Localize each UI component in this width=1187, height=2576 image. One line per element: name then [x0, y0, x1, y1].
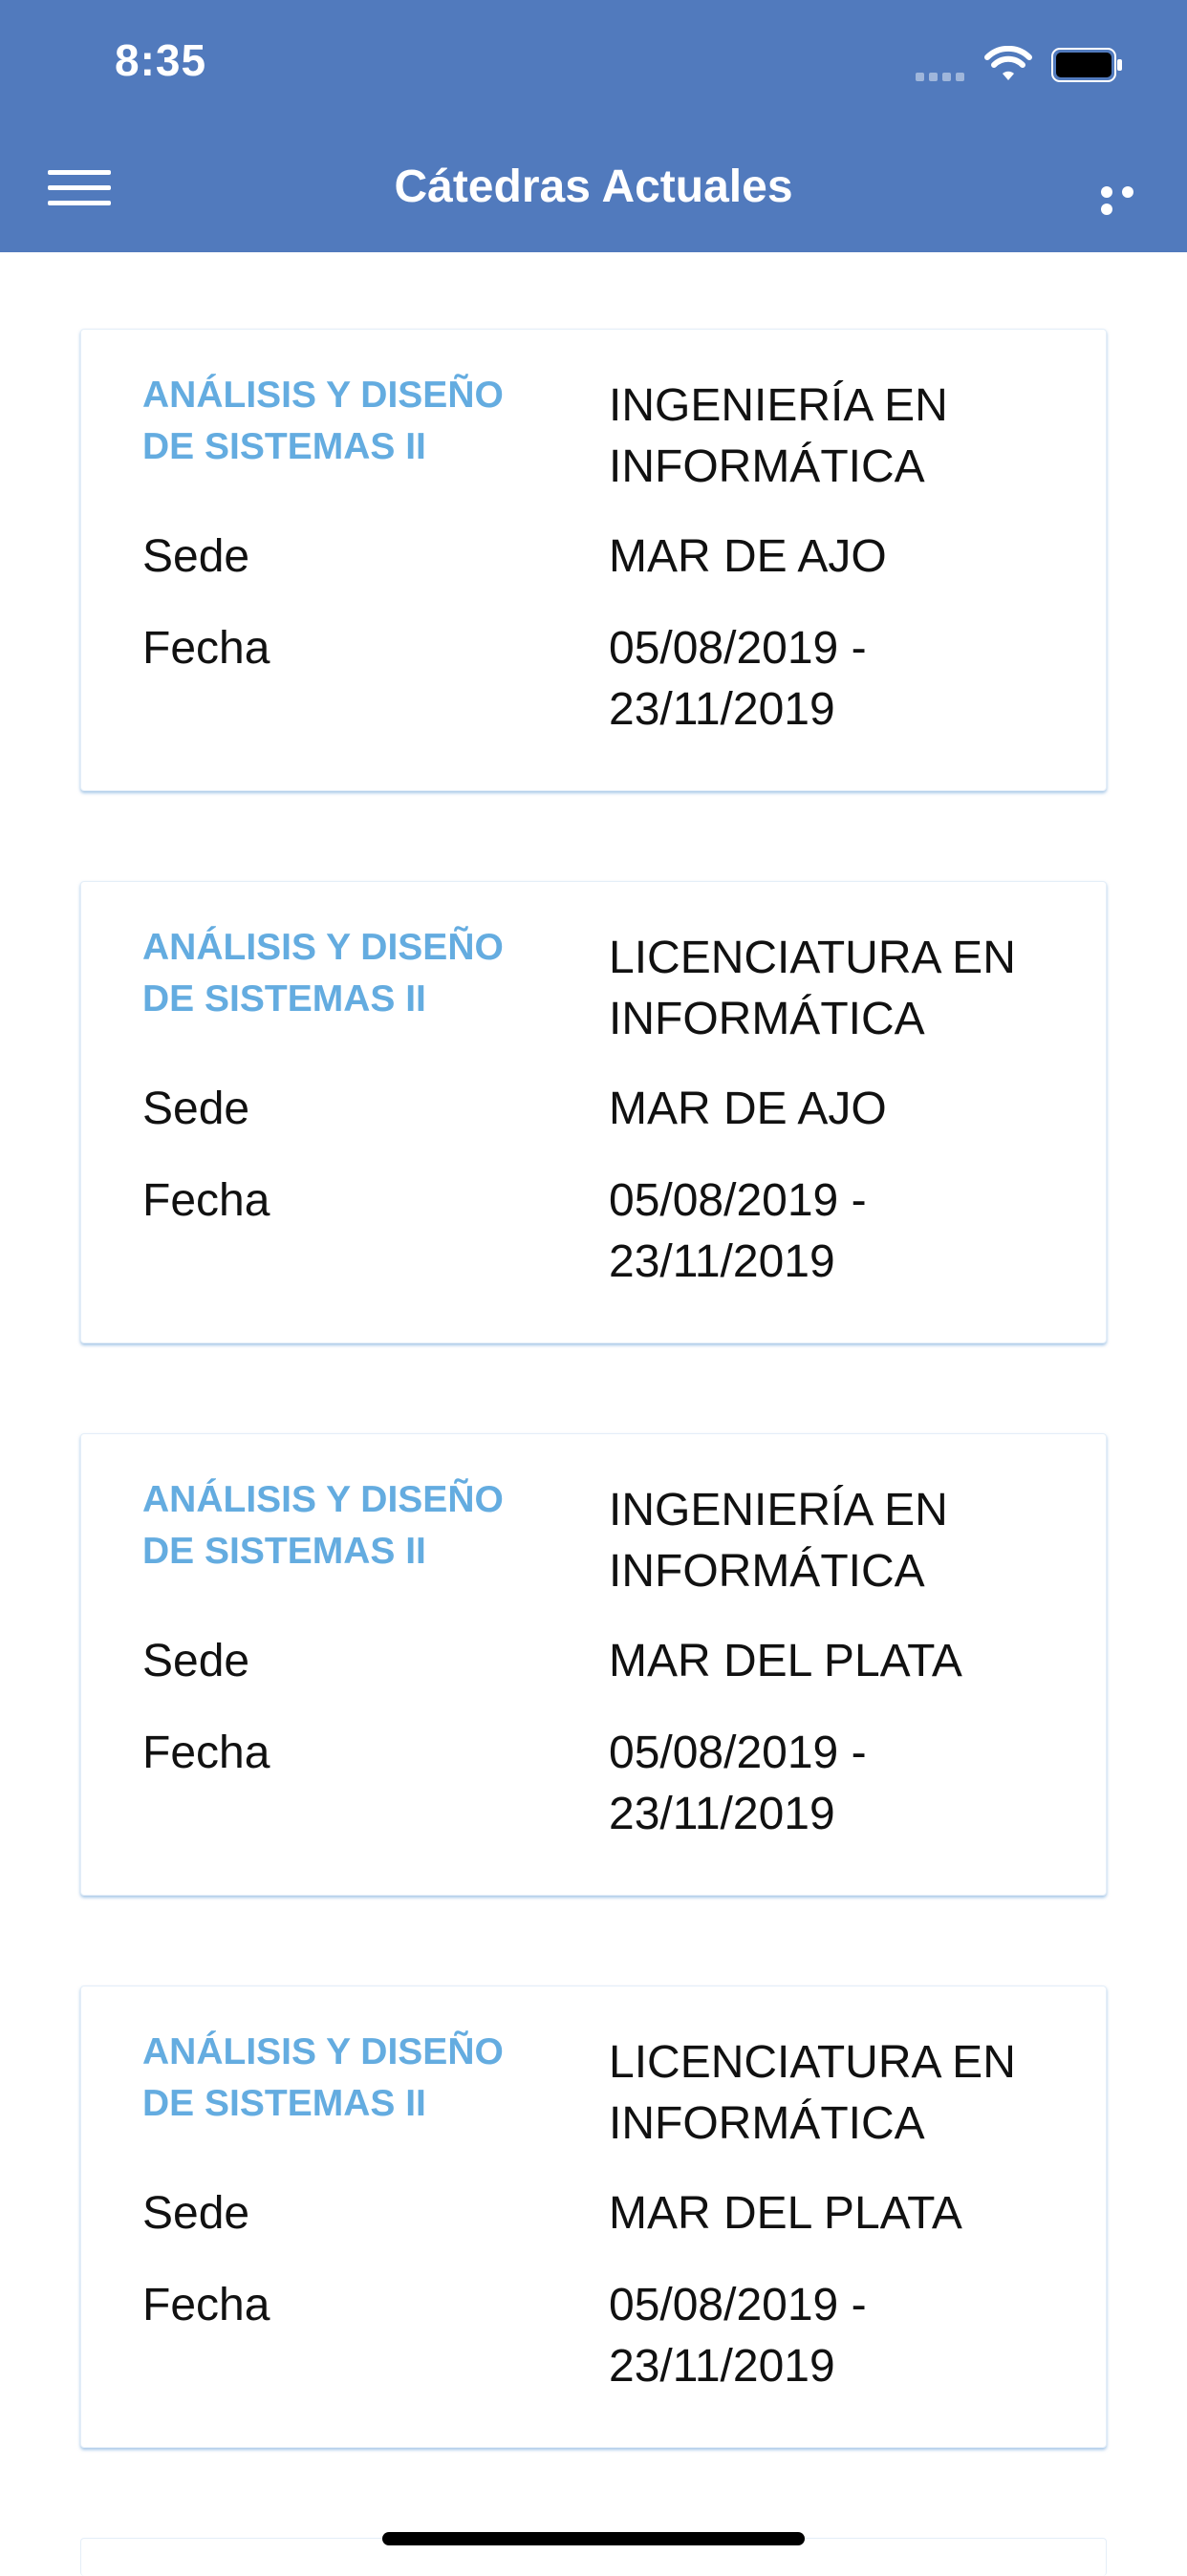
- fecha-value: 05/08/2019 - 23/11/2019: [609, 2280, 867, 2392]
- wifi-icon: [984, 46, 1032, 80]
- sede-value: MAR DEL PLATA: [609, 1636, 962, 1686]
- course-card[interactable]: ANÁLISIS Y DISEÑO DE SISTEMAS II INGENIE…: [80, 329, 1107, 791]
- fecha-value: 05/08/2019 - 23/11/2019: [609, 623, 867, 735]
- home-indicator[interactable]: [382, 2532, 805, 2545]
- more-icon[interactable]: [1101, 185, 1162, 215]
- course-career: INGENIERÍA EN INFORMÁTICA: [609, 380, 948, 492]
- sede-label: Sede: [142, 2188, 250, 2239]
- course-card[interactable]: ANÁLISIS Y DISEÑO DE SISTEMAS II INGENIE…: [80, 1433, 1107, 1896]
- fecha-label: Fecha: [142, 1175, 270, 1226]
- page-title: Cátedras Actuales: [394, 161, 793, 212]
- battery-icon: [1051, 48, 1122, 82]
- sede-label: Sede: [142, 531, 250, 582]
- course-subject: ANÁLISIS Y DISEÑO DE SISTEMAS II: [142, 927, 504, 1020]
- fecha-label: Fecha: [142, 1728, 270, 1778]
- course-subject: ANÁLISIS Y DISEÑO DE SISTEMAS II: [142, 2031, 504, 2124]
- sede-value: MAR DE AJO: [609, 531, 887, 582]
- course-card[interactable]: ANÁLISIS Y DISEÑO DE SISTEMAS II LICENCI…: [80, 1986, 1107, 2448]
- status-time: 8:35: [115, 35, 207, 85]
- course-subject: ANÁLISIS Y DISEÑO DE SISTEMAS II: [142, 1479, 504, 1572]
- sede-label: Sede: [142, 1636, 250, 1686]
- sede-label: Sede: [142, 1084, 250, 1134]
- course-career: INGENIERÍA EN INFORMÁTICA: [609, 1485, 948, 1597]
- fecha-label: Fecha: [142, 623, 270, 674]
- sede-value: MAR DE AJO: [609, 1084, 887, 1134]
- app-header: 8:35 Cátedras Actuales: [0, 0, 1187, 252]
- fecha-label: Fecha: [142, 2280, 270, 2330]
- fecha-value: 05/08/2019 - 23/11/2019: [609, 1175, 867, 1287]
- signal-icon: [916, 69, 969, 86]
- sede-value: MAR DEL PLATA: [609, 2188, 962, 2239]
- course-subject: ANÁLISIS Y DISEÑO DE SISTEMAS II: [142, 375, 504, 467]
- fecha-value: 05/08/2019 - 23/11/2019: [609, 1728, 867, 1839]
- course-career: LICENCIATURA EN INFORMÁTICA: [609, 933, 1016, 1044]
- course-card[interactable]: ANÁLISIS Y DISEÑO DE SISTEMAS II LICENCI…: [80, 881, 1107, 1343]
- course-career: LICENCIATURA EN INFORMÁTICA: [609, 2037, 1016, 2149]
